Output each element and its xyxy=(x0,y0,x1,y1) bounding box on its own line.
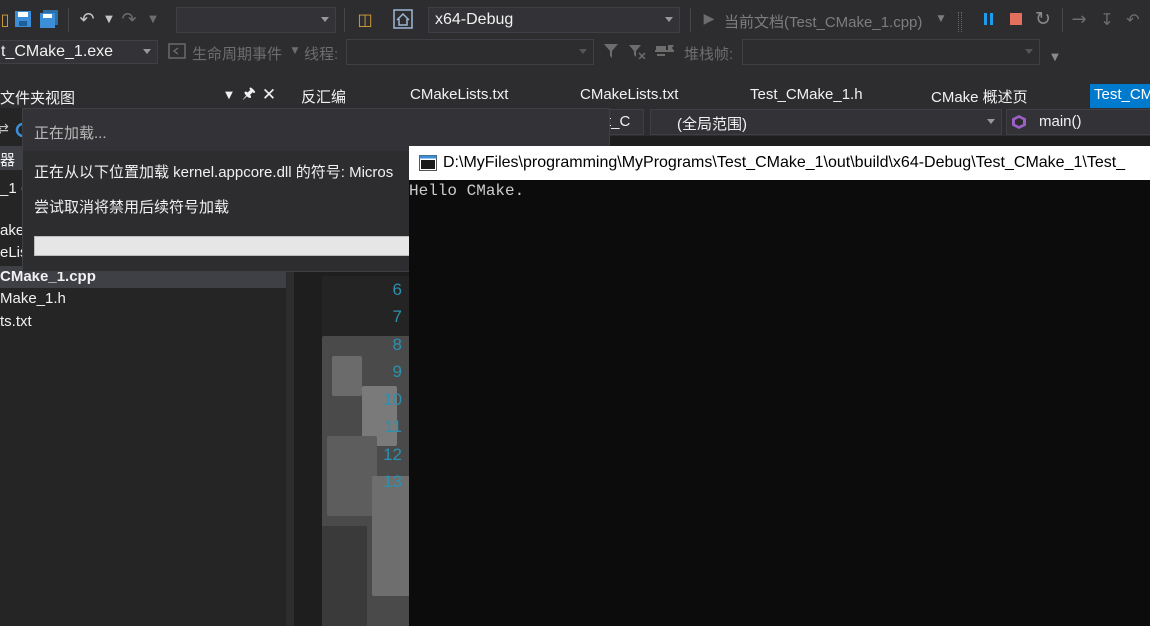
line-number: 6 xyxy=(392,280,402,299)
stack-frame-combo[interactable] xyxy=(742,39,1040,65)
lifecycle-events-icon[interactable] xyxy=(166,40,188,62)
process-combo[interactable]: t_CMake_1.exe xyxy=(0,40,158,64)
file-scope-value: t_C xyxy=(607,113,631,130)
console-window[interactable] xyxy=(409,146,1150,626)
document-tab-strip: 反汇编 CMakeLists.txt CMakeLists.txt Test_C… xyxy=(294,84,1150,108)
line-number: 8 xyxy=(392,335,402,354)
line-number: 7 xyxy=(392,307,402,326)
cube-icon xyxy=(1011,114,1027,134)
console-title: D:\MyFiles\programming\MyPrograms\Test_C… xyxy=(443,154,1126,171)
save-icon[interactable] xyxy=(12,8,34,30)
show-flagged-threads-icon[interactable] xyxy=(654,40,676,62)
line-number: 13 xyxy=(383,472,402,491)
save-all-icon[interactable] xyxy=(38,8,60,30)
panel-tab-label[interactable]: 器 xyxy=(0,149,15,170)
tab-cmakelists-2[interactable]: CMakeLists.txt xyxy=(580,84,678,108)
undo-dropdown-icon[interactable]: ▼ xyxy=(98,8,120,30)
tab-active-cpp[interactable]: Test_CM xyxy=(1090,84,1150,108)
pause-icon[interactable] xyxy=(978,8,1000,30)
toolbar-grip[interactable] xyxy=(958,12,962,32)
lifecycle-events-label[interactable]: 生命周期事件 xyxy=(192,43,282,64)
cancel-symbol-loading-link[interactable]: 尝试取消将禁用后续符号加载 xyxy=(34,196,229,217)
panel-menu-icon[interactable]: ▼ xyxy=(218,84,240,106)
filter-icon[interactable] xyxy=(600,40,622,62)
toolbar-separator xyxy=(1062,8,1063,32)
solution-explorer-header: 文件夹视图 ▼ 🖈 ✕ xyxy=(0,84,286,108)
pin-icon[interactable]: 🖈 xyxy=(238,84,260,106)
tab-cmakelists-1[interactable]: CMakeLists.txt xyxy=(410,84,508,108)
undo-icon[interactable]: ↶ xyxy=(76,8,98,30)
run-target-label[interactable]: 当前文档(Test_CMake_1.cpp) xyxy=(724,11,922,32)
redo-dropdown-icon[interactable]: ▼ xyxy=(142,8,164,30)
step-over-icon[interactable]: ↶ xyxy=(1122,8,1144,30)
console-app-icon xyxy=(419,155,437,175)
line-number: 9 xyxy=(392,362,402,381)
lifecycle-dropdown-icon[interactable]: ▼ xyxy=(284,40,306,62)
home-icon[interactable] xyxy=(392,8,414,30)
play-icon[interactable]: ▶ xyxy=(698,8,720,30)
thread-combo[interactable] xyxy=(346,39,594,65)
member-value: main() xyxy=(1039,113,1082,130)
thread-label: 线程: xyxy=(304,46,339,63)
line-number: 11 xyxy=(384,417,402,436)
tab-cmake-overview[interactable]: CMake 概述页 xyxy=(931,84,1028,108)
toolbar-separator xyxy=(690,8,691,32)
standard-toolbar: ▯ ↶ ▼ ↷ ▼ ◫ x64-Debug ▶ 当前文档(Test_CMake_… xyxy=(0,0,1150,40)
dialog-title: 正在加载... xyxy=(34,125,107,142)
restart-icon[interactable]: ↻ xyxy=(1032,8,1054,30)
debug-location-toolbar: t_CMake_1.exe 生命周期事件 ▼ 线程: 堆栈帧: ▼ xyxy=(0,39,1150,80)
global-scope-combo[interactable]: (全局范围) xyxy=(650,109,1002,135)
find-in-files-icon[interactable]: ◫ xyxy=(354,8,376,30)
tab-disassembly[interactable]: 反汇编 xyxy=(301,84,346,108)
global-scope-value: (全局范围) xyxy=(677,116,747,133)
line-number: 12 xyxy=(383,445,402,464)
tree-item-header-file[interactable]: Make_1.h xyxy=(0,290,66,307)
configuration-combo[interactable]: x64-Debug xyxy=(428,7,680,33)
redo-icon[interactable]: ↷ xyxy=(118,8,140,30)
stop-icon[interactable] xyxy=(1005,8,1027,30)
console-output: Hello CMake. xyxy=(409,182,525,200)
editor-background-image: 6 7 8 9 10 11 12 13 xyxy=(322,276,412,626)
toolbar-separator xyxy=(68,8,69,32)
panel-title: 文件夹视图 xyxy=(0,90,76,107)
show-next-statement-icon[interactable]: → xyxy=(1068,8,1090,30)
member-combo[interactable]: main() xyxy=(1006,109,1150,135)
file-scope-combo[interactable]: t_C xyxy=(604,109,644,135)
dialog-message: 正在从以下位置加载 kernel.appcore.dll 的符号: Micros xyxy=(34,164,394,181)
dialog-header: 正在加载... xyxy=(23,109,609,151)
toolbar-separator xyxy=(344,8,345,32)
stack-frame-label: 堆栈帧: xyxy=(684,46,734,63)
console-titlebar[interactable]: D:\MyFiles\programming\MyPrograms\Test_C… xyxy=(409,146,1150,180)
process-value: t_CMake_1.exe xyxy=(1,43,114,60)
line-number: 10 xyxy=(383,390,402,409)
toolbar-overflow-icon[interactable]: ▼ xyxy=(1044,46,1066,68)
configuration-value: x64-Debug xyxy=(435,11,514,28)
flag-filter-icon[interactable] xyxy=(626,40,648,62)
close-icon[interactable]: ✕ xyxy=(258,84,280,106)
step-into-icon[interactable]: ↧ xyxy=(1096,8,1118,30)
tab-header-file[interactable]: Test_CMake_1.h xyxy=(750,84,863,108)
run-target-dropdown-icon[interactable]: ▼ xyxy=(930,8,952,30)
tree-item-folder[interactable]: ake xyxy=(0,222,24,239)
solution-config-combo[interactable] xyxy=(176,7,336,33)
tree-item-txt-file[interactable]: ts.txt xyxy=(0,313,32,330)
